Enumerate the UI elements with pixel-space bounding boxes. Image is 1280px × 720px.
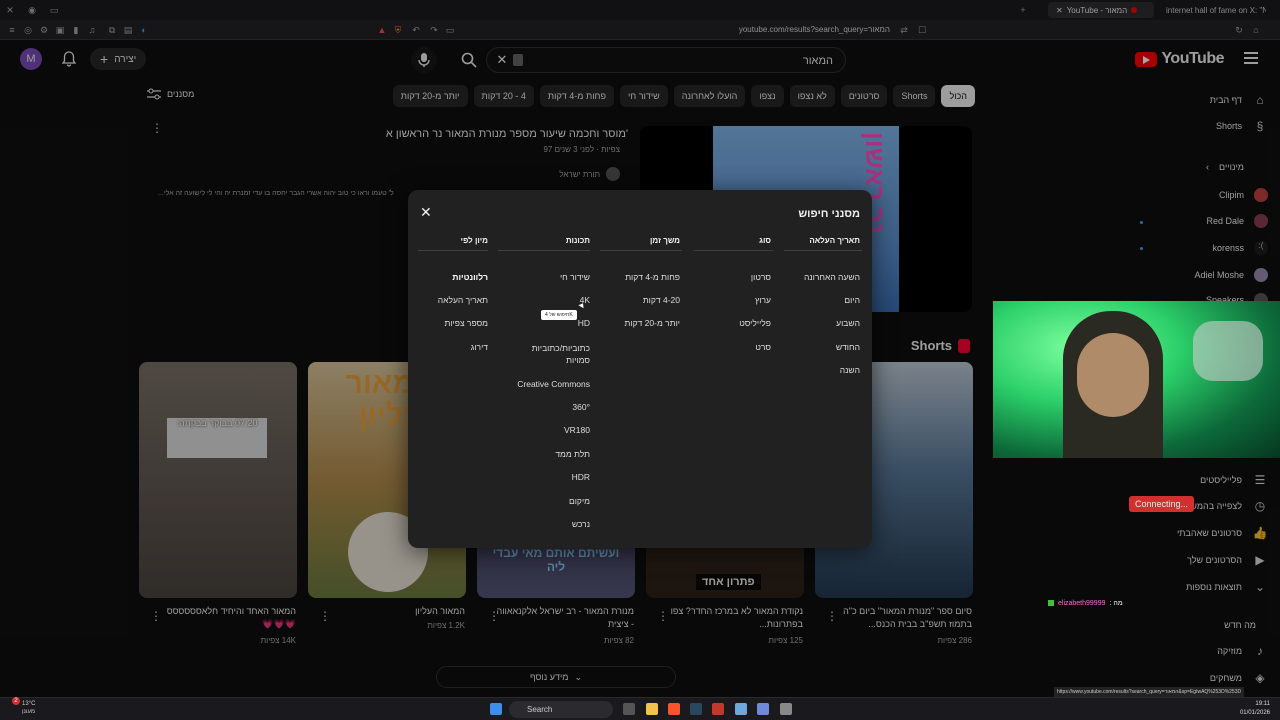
- streamer-face: [1077, 333, 1149, 417]
- chat-message: elizabeth99999 : מה: [1048, 600, 1123, 607]
- steam-icon[interactable]: [690, 703, 702, 715]
- chat-badge-icon: [1048, 600, 1054, 606]
- column-header: תכונות: [565, 236, 590, 245]
- column-header: מיון לפי: [460, 236, 488, 245]
- filter-option[interactable]: תלת ממד: [555, 449, 590, 459]
- filter-option[interactable]: ערוץ: [755, 295, 771, 305]
- filter-column-features: תכונות שידור חי 4K HD כתוביות/כתוביות סמ…: [498, 236, 590, 529]
- weather-widget[interactable]: 13°C מעונן: [22, 700, 35, 716]
- filter-column-type: סוג סרטון ערוץ פלייליסט סרט: [691, 236, 771, 352]
- brave-browser-icon[interactable]: [668, 703, 680, 715]
- filter-option[interactable]: פלייליסט: [739, 318, 771, 328]
- filter-option[interactable]: השבוע: [836, 318, 860, 328]
- app-icon[interactable]: [735, 703, 747, 715]
- filter-column-upload-date: תאריך העלאה השעה האחרונה היום השבוע החוד…: [780, 236, 860, 375]
- filter-option[interactable]: יותר מ-20 דקות: [624, 318, 680, 328]
- webcam-overlay: [993, 301, 1280, 458]
- connecting-badge: Connecting...: [1129, 496, 1195, 512]
- streamer-hand: [1193, 321, 1263, 381]
- chat-username: elizabeth99999: [1058, 600, 1106, 607]
- filter-option-selected[interactable]: רלוונטיות: [452, 272, 488, 282]
- column-header: משך זמן: [650, 236, 680, 245]
- filter-option[interactable]: שידור חי: [560, 272, 590, 282]
- weather-temp: 13°C: [22, 701, 36, 707]
- status-bar-url: https://www.youtube.com/results?search_q…: [1054, 687, 1245, 697]
- windows-start-icon[interactable]: [490, 703, 502, 715]
- task-view-icon[interactable]: [623, 703, 635, 715]
- filter-option[interactable]: מיקום: [569, 496, 590, 506]
- app-icon[interactable]: [712, 703, 724, 715]
- settings-icon[interactable]: [780, 703, 792, 715]
- system-clock[interactable]: 19:11 01/01/2026: [1240, 700, 1270, 718]
- filter-column-duration: משך זמן פחות מ-4 דקות 4-20 דקות יותר מ-2…: [598, 236, 680, 328]
- filter-option[interactable]: מספר צפיות: [444, 318, 488, 328]
- file-explorer-icon[interactable]: [646, 703, 658, 715]
- filter-option[interactable]: היום: [844, 295, 860, 305]
- filter-option[interactable]: HD: [578, 318, 590, 328]
- search-filters-dialog: מסנני חיפוש ✕ תאריך העלאה השעה האחרונה ה…: [408, 190, 872, 548]
- filter-option[interactable]: כתוביות/כתוביות סמויות: [510, 342, 590, 366]
- close-icon[interactable]: ✕: [420, 204, 432, 221]
- chat-text: : מה: [1109, 600, 1123, 607]
- filter-option[interactable]: 4-20 דקות: [643, 295, 680, 305]
- filter-option[interactable]: 360°: [572, 402, 590, 412]
- weather-desc: מעונן: [22, 709, 36, 715]
- dialog-title: מסנני חיפוש: [798, 208, 860, 220]
- filter-option[interactable]: נרכש: [572, 519, 590, 529]
- clock-date: 01/01/2026: [1239, 710, 1270, 716]
- taskbar-search-label: Search: [527, 705, 553, 714]
- filter-option[interactable]: HDR: [572, 472, 590, 482]
- filter-option[interactable]: Creative Commons: [517, 379, 590, 389]
- taskbar-search[interactable]: Search: [509, 701, 613, 718]
- filter-option[interactable]: דירוג: [471, 342, 488, 352]
- filter-option[interactable]: סרט: [755, 342, 771, 352]
- filter-option[interactable]: השעה האחרונה: [804, 272, 860, 282]
- filter-option[interactable]: סרטון: [751, 272, 771, 282]
- notification-badge: 2: [12, 697, 20, 705]
- os-taskbar: 13°C מעונן 2 Search 19:11 01/01/2026: [0, 697, 1280, 720]
- column-header: תאריך העלאה: [809, 236, 860, 245]
- filter-option[interactable]: השנה: [840, 365, 860, 375]
- discord-icon[interactable]: [757, 703, 769, 715]
- filter-option[interactable]: פחות מ-4 דקות: [625, 272, 680, 282]
- filter-option[interactable]: VR180: [564, 425, 590, 435]
- column-header: סוג: [759, 236, 771, 245]
- clock-time: 19:11: [1255, 701, 1270, 707]
- tooltip: חיפוש של 4K: [541, 310, 577, 320]
- filter-option[interactable]: החודש: [836, 342, 860, 352]
- filter-column-sort: מיון לפי רלוונטיות תאריך העלאה מספר צפיו…: [418, 236, 488, 352]
- filter-option[interactable]: תאריך העלאה: [438, 295, 488, 305]
